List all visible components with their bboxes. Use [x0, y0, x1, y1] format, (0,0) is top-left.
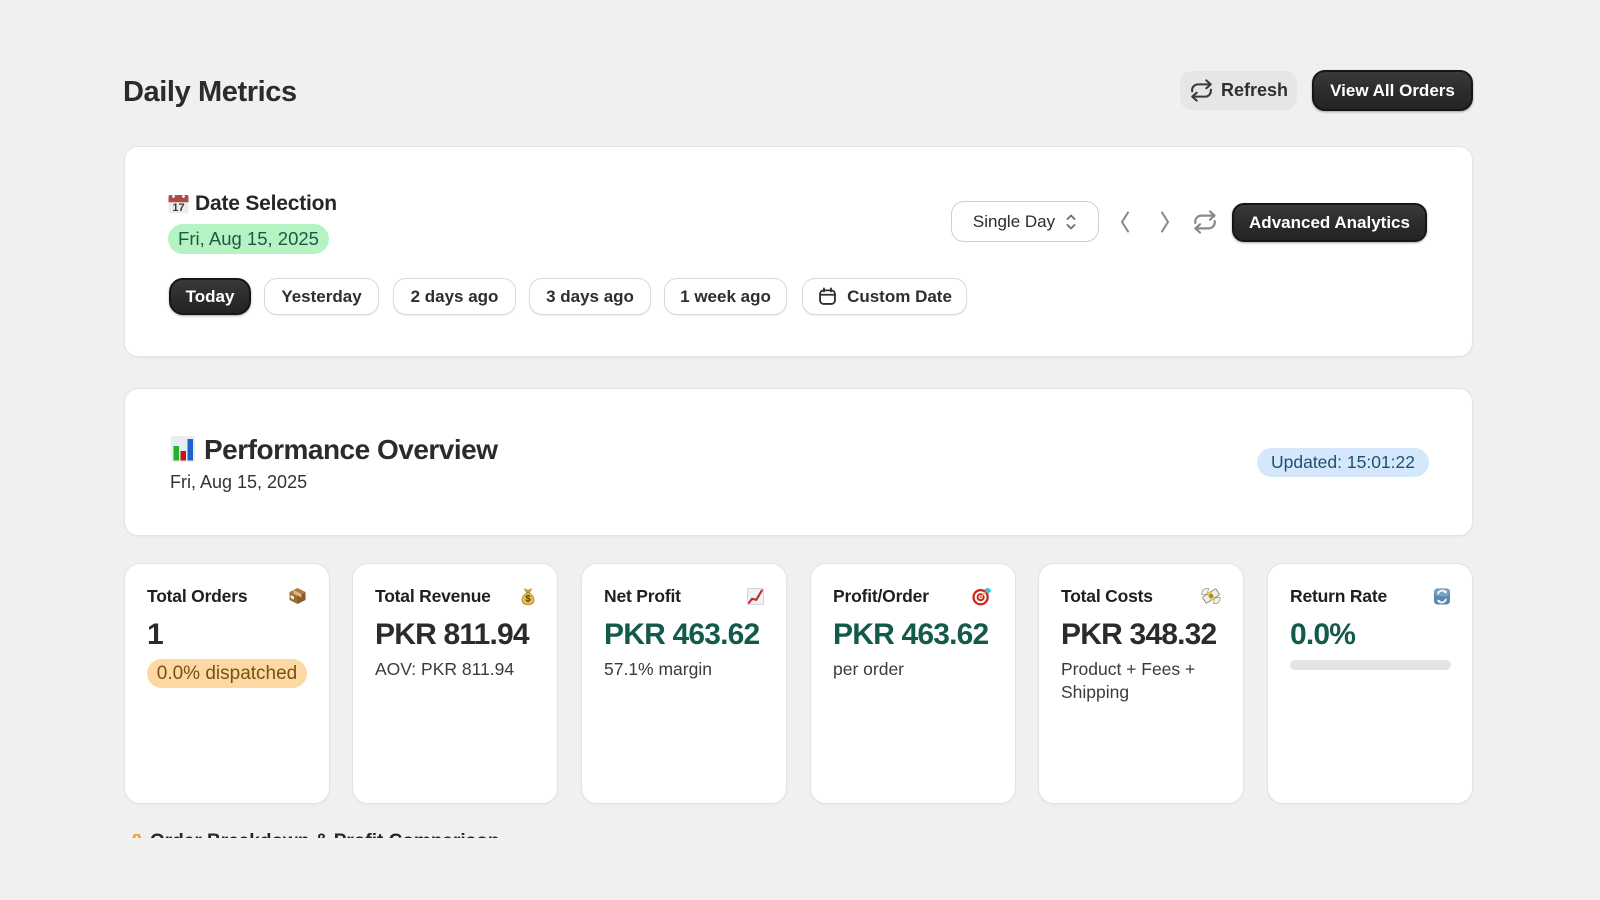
svg-text:17: 17: [172, 202, 184, 214]
svg-text:$: $: [525, 593, 531, 604]
